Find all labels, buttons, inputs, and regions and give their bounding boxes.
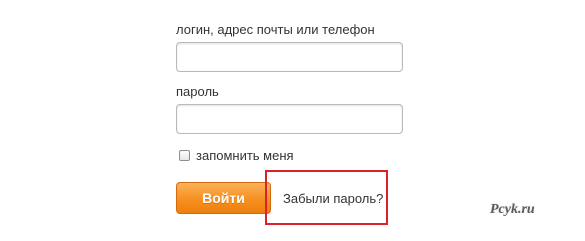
login-page: логин, адрес почты или телефон пароль за… bbox=[0, 0, 585, 241]
login-button[interactable]: Войти bbox=[176, 182, 271, 214]
login-field-label: логин, адрес почты или телефон bbox=[176, 22, 375, 37]
remember-me-label: запомнить меня bbox=[196, 147, 294, 163]
password-field-label: пароль bbox=[176, 84, 219, 99]
password-input[interactable] bbox=[176, 104, 403, 134]
remember-me-option[interactable]: запомнить меня bbox=[179, 147, 294, 163]
remember-me-checkbox[interactable] bbox=[179, 149, 190, 161]
forgot-password-link[interactable]: Забыли пароль? bbox=[283, 191, 383, 207]
watermark-logo: Pcyk.ru bbox=[490, 202, 535, 217]
login-input[interactable] bbox=[176, 42, 403, 72]
